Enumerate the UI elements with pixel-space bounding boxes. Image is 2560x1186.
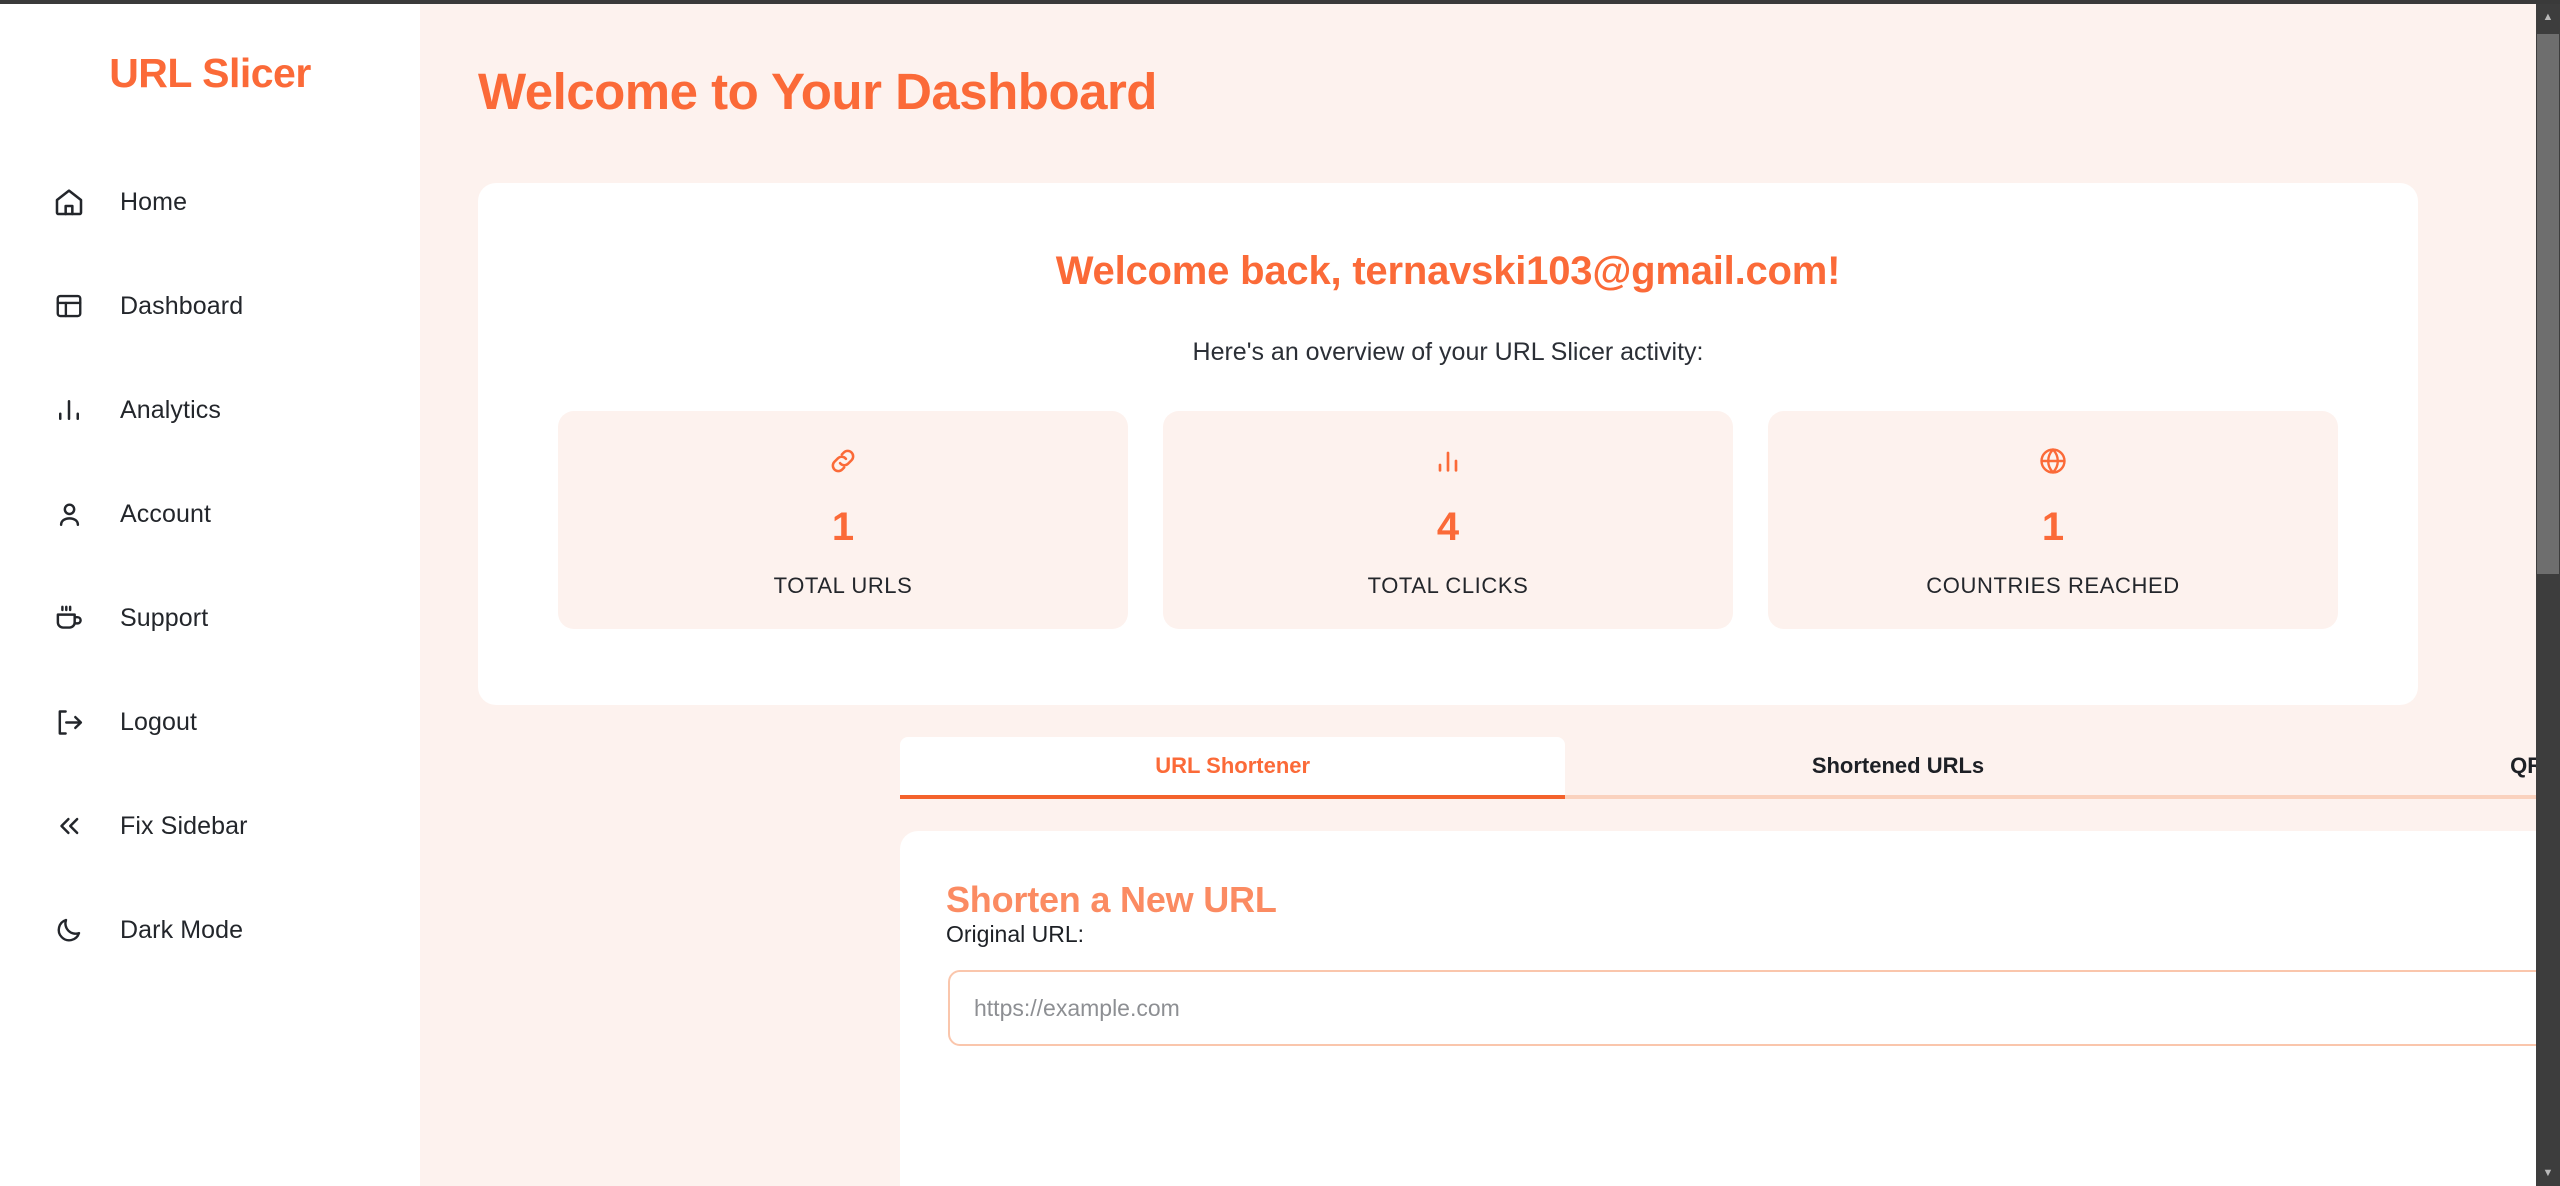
globe-icon — [2037, 441, 2069, 481]
stat-card-countries-reached: 1 COUNTRIES REACHED — [1768, 411, 2338, 629]
sidebar-item-label: Fix Sidebar — [120, 811, 248, 840]
sidebar-item-logout[interactable]: Logout — [0, 692, 420, 752]
sidebar-item-home[interactable]: Home — [0, 172, 420, 232]
sidebar-item-label: Home — [120, 187, 188, 216]
welcome-greeting: Welcome back, ternavski103@gmail.com! — [1055, 249, 1841, 293]
brand-logo: URL Slicer — [109, 50, 311, 96]
link-icon — [827, 441, 859, 481]
sidebar-item-account[interactable]: Account — [0, 484, 420, 544]
tab-label: Shortened URLs — [1811, 753, 1985, 778]
stat-value: 1 — [831, 505, 855, 549]
coffee-cup-icon — [50, 599, 88, 637]
content-tabs: URL Shortener Shortened URLs QR Codes — [900, 737, 2560, 799]
page-scrollbar[interactable]: ▲ ▼ — [2536, 4, 2560, 1186]
sidebar-item-dark-mode[interactable]: Dark Mode — [0, 900, 420, 960]
scrollbar-thumb[interactable] — [2537, 34, 2559, 574]
tab-url-shortener[interactable]: URL Shortener — [900, 737, 1566, 799]
stat-label: COUNTRIES REACHED — [1926, 573, 2180, 598]
sidebar-item-label: Support — [120, 603, 209, 632]
sidebar-nav: Home Dashboard Analytics Account Support… — [0, 172, 420, 1004]
window-top-edge — [0, 0, 2560, 4]
moon-icon — [50, 911, 88, 949]
original-url-label: Original URL: — [946, 921, 1085, 947]
stat-label: TOTAL CLICKS — [1367, 573, 1529, 598]
sidebar-item-fix-sidebar[interactable]: Fix Sidebar — [0, 796, 420, 856]
layout-dashboard-icon — [50, 287, 88, 325]
chevrons-left-icon — [50, 807, 88, 845]
stat-value: 4 — [1436, 505, 1460, 549]
sidebar-item-support[interactable]: Support — [0, 588, 420, 648]
tab-label: URL Shortener — [1155, 753, 1311, 778]
app-window: URL Slicer Home Dashboard Analytics Acco… — [0, 0, 2560, 1186]
scroll-down-arrow-icon[interactable]: ▼ — [2536, 1160, 2560, 1186]
logout-arrow-icon — [50, 703, 88, 741]
home-icon — [50, 183, 88, 221]
main-content: Welcome to Your Dashboard Welcome back, … — [420, 4, 2560, 1186]
scroll-up-arrow-icon[interactable]: ▲ — [2536, 4, 2560, 30]
welcome-subtitle: Here's an overview of your URL Slicer ac… — [1192, 338, 1704, 366]
tab-shortened-urls[interactable]: Shortened URLs — [1565, 737, 2230, 795]
sidebar: URL Slicer Home Dashboard Analytics Acco… — [0, 4, 420, 1186]
shorten-url-panel: Shorten a New URL Original URL: — [900, 831, 2560, 1186]
tab-qr-codes[interactable]: QR Codes — [2231, 737, 2560, 795]
sidebar-item-label: Logout — [120, 707, 198, 736]
stat-card-total-urls: 1 TOTAL URLS — [558, 411, 1128, 629]
bar-chart-icon — [50, 391, 88, 429]
welcome-overview-card: Welcome back, ternavski103@gmail.com! He… — [478, 183, 2418, 705]
stat-label: TOTAL URLS — [773, 573, 913, 598]
sidebar-item-dashboard[interactable]: Dashboard — [0, 276, 420, 336]
sidebar-item-label: Dark Mode — [120, 915, 244, 944]
sidebar-item-label: Dashboard — [120, 291, 244, 320]
sidebar-item-analytics[interactable]: Analytics — [0, 380, 420, 440]
user-icon — [50, 495, 88, 533]
shorten-panel-heading: Shorten a New URL — [946, 879, 1277, 920]
sidebar-item-label: Analytics — [120, 395, 221, 424]
stat-card-total-clicks: 4 TOTAL CLICKS — [1163, 411, 1733, 629]
page-title: Welcome to Your Dashboard — [478, 63, 1157, 120]
bar-chart-icon — [1432, 441, 1464, 481]
stat-value: 1 — [2041, 505, 2065, 549]
original-url-input[interactable] — [948, 970, 2560, 1046]
stats-row: 1 TOTAL URLS 4 TOTAL CLICKS 1 COUNTRIES … — [558, 411, 2338, 629]
sidebar-item-label: Account — [120, 499, 212, 528]
